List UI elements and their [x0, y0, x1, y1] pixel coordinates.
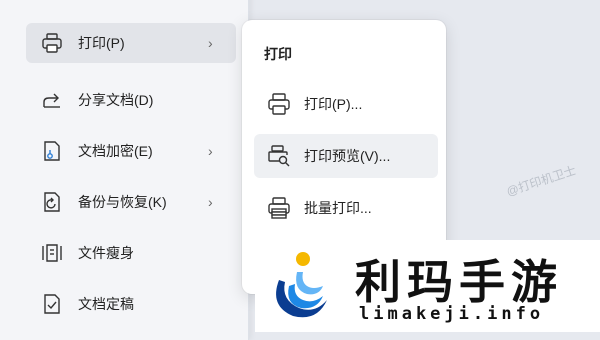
menu-item-encrypt[interactable]: 文档加密(E) ›	[26, 131, 236, 171]
submenu-item-label: 打印预览(V)...	[304, 148, 391, 164]
menu-item-file-slim[interactable]: 文件瘦身	[26, 233, 236, 273]
menu-item-label: 备份与恢复(K)	[78, 194, 167, 210]
submenu-item-batch-print[interactable]: 批量打印...	[254, 186, 438, 230]
submenu-item-print[interactable]: 打印(P)...	[254, 82, 438, 126]
submenu-item-label: 打印(P)...	[304, 96, 363, 112]
file-slim-icon	[40, 241, 64, 265]
submenu-item-label: 批量打印...	[304, 200, 372, 216]
logo-text: 利玛手游	[355, 255, 563, 309]
logo-icon	[267, 250, 335, 322]
logo-url: limakeji.info	[359, 304, 545, 324]
share-icon	[40, 88, 64, 112]
chevron-right-icon: ›	[208, 194, 213, 210]
printer-icon	[40, 31, 64, 55]
batch-print-icon	[266, 195, 292, 221]
finalize-document-icon	[40, 292, 64, 316]
menu-item-label: 文件瘦身	[78, 245, 134, 261]
submenu-title: 打印	[264, 46, 292, 62]
menu-item-share[interactable]: 分享文档(D)	[26, 80, 236, 120]
menu-item-label: 文档定稿	[78, 296, 134, 312]
backup-restore-icon	[40, 190, 64, 214]
menu-item-label: 打印(P)	[78, 35, 125, 51]
menu-item-label: 分享文档(D)	[78, 92, 154, 108]
encrypt-document-icon	[40, 139, 64, 163]
file-menu-panel: 打印(P) › 分享文档(D) 文档加密(E) › 备份与恢复(K) › 文件瘦…	[0, 0, 249, 340]
submenu-item-print-preview[interactable]: 打印预览(V)...	[254, 134, 438, 178]
menu-item-print[interactable]: 打印(P) ›	[26, 23, 236, 63]
chevron-right-icon: ›	[208, 35, 213, 51]
menu-item-backup-restore[interactable]: 备份与恢复(K) ›	[26, 182, 236, 222]
print-preview-icon	[266, 143, 292, 169]
chevron-right-icon: ›	[208, 143, 213, 159]
logo-banner: 利玛手游 limakeji.info	[255, 240, 600, 332]
menu-item-label: 文档加密(E)	[78, 143, 153, 159]
watermark: @打印机卫士	[504, 163, 578, 199]
menu-item-finalize[interactable]: 文档定稿	[26, 284, 236, 324]
printer-icon	[266, 91, 292, 117]
